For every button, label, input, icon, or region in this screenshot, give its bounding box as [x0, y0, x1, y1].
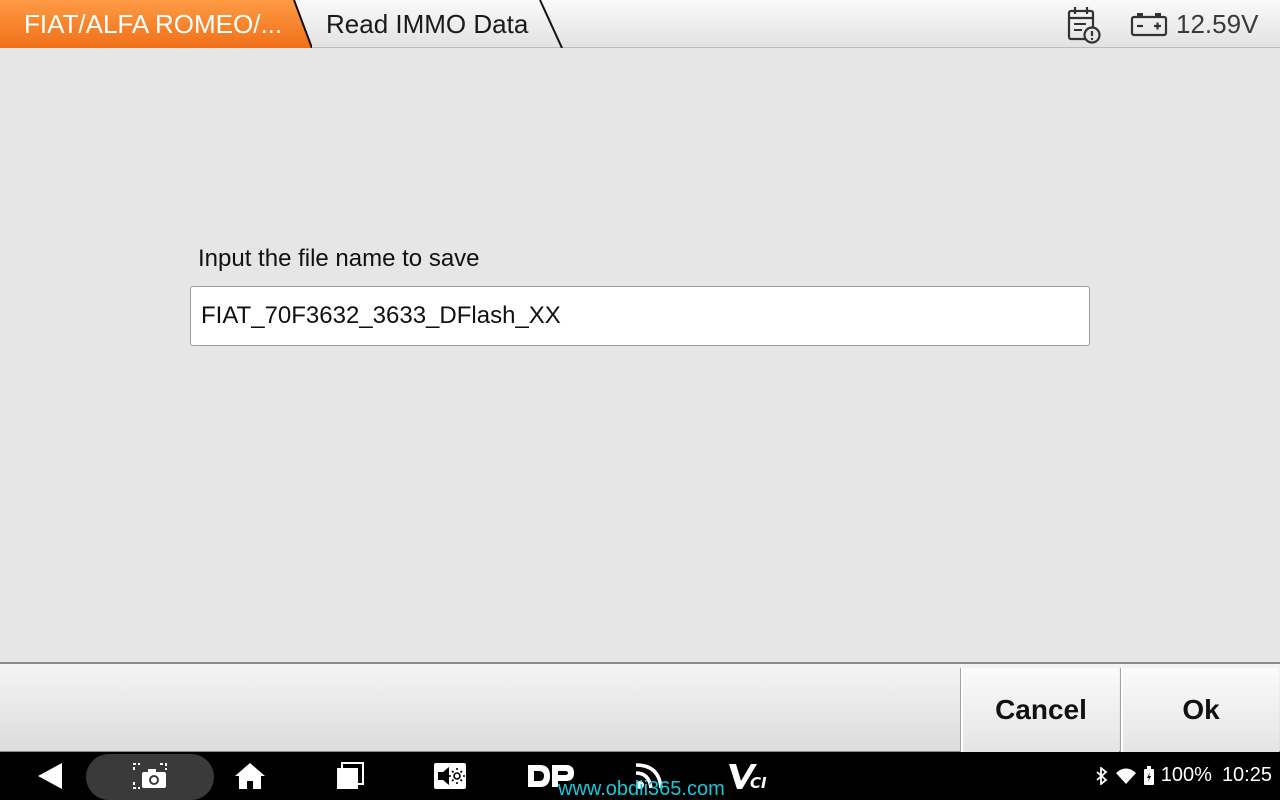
- battery-percent: 100%: [1160, 764, 1212, 786]
- battery-status-icon: [1143, 765, 1154, 785]
- watermark: www.obdii365.com: [558, 778, 725, 800]
- back-button[interactable]: [30, 752, 70, 800]
- screenshot-icon-wrap: [130, 752, 170, 800]
- recents-button[interactable]: [330, 752, 370, 800]
- back-icon: [38, 763, 62, 789]
- breadcrumb-function[interactable]: Read IMMO Data: [296, 0, 566, 48]
- battery-icon: [1130, 13, 1168, 37]
- recents-icon: [337, 762, 364, 789]
- battery-voltage: 12.59V: [1176, 9, 1259, 39]
- svg-text:CI: CI: [750, 774, 767, 791]
- wifi-icon: [1115, 768, 1136, 784]
- breadcrumb-make-label: FIAT/ALFA ROMEO/...: [24, 9, 283, 39]
- action-bar: Cancel Ok: [0, 662, 1280, 752]
- vci-button[interactable]: CI: [726, 752, 774, 800]
- cancel-button[interactable]: Cancel: [961, 668, 1119, 752]
- bluetooth-icon: [1096, 766, 1108, 785]
- system-nav-bar: CI www.obdii365.com 100% 10:25: [0, 752, 1280, 800]
- filename-input[interactable]: [190, 286, 1090, 346]
- filename-prompt: Input the file name to save: [198, 245, 480, 272]
- screenshot-icon: [133, 763, 167, 789]
- clock: 10:25: [1221, 764, 1272, 786]
- calendar-alert-icon[interactable]: [1066, 6, 1102, 44]
- breadcrumb-function-label: Read IMMO Data: [326, 9, 529, 39]
- home-button[interactable]: [230, 752, 270, 800]
- vci-icon: CI: [729, 764, 767, 791]
- top-bar: FIAT/ALFA ROMEO/... Read IMMO Data 12.59…: [0, 0, 1280, 48]
- volume-icon: [434, 763, 466, 789]
- breadcrumb-make[interactable]: FIAT/ALFA ROMEO/...: [0, 0, 312, 48]
- ok-button[interactable]: Ok: [1121, 668, 1279, 752]
- volume-button[interactable]: [430, 752, 470, 800]
- status-area: 100% 10:25: [1095, 764, 1272, 787]
- home-icon: [235, 763, 265, 789]
